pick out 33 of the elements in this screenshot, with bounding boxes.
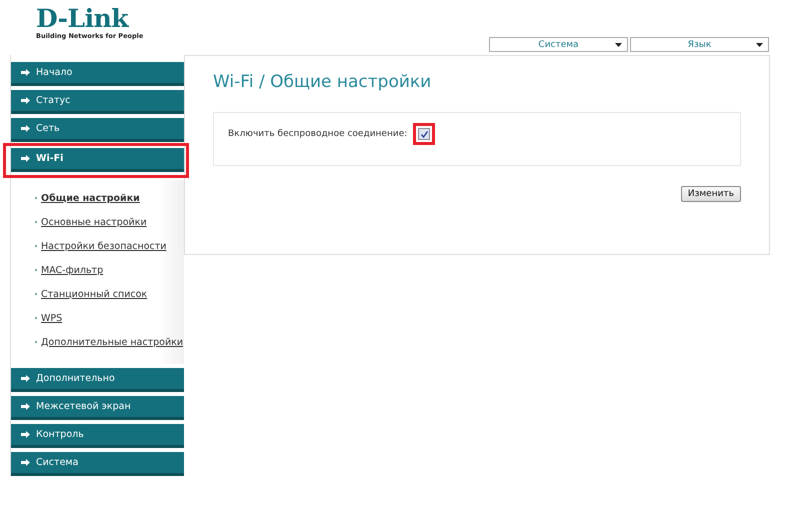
submenu-link[interactable]: Общие настройки [41,192,140,204]
arrow-icon [21,403,30,410]
field-label: Включить беспроводное соединение: [228,129,408,139]
submenu-link[interactable]: Станционный список [41,288,148,300]
arrow-icon [21,125,30,132]
caret-icon [756,43,763,47]
dropdown[interactable]: Язык [630,37,769,52]
arrow-icon [21,69,30,76]
nav-item[interactable]: Сеть [11,118,184,142]
submenu-link[interactable]: Дополнительные настройки [41,336,184,348]
nav-item[interactable]: Система [11,452,184,476]
check-icon [420,130,429,138]
arrow-icon [21,375,30,382]
nav-item[interactable]: Межсетевой экран [11,396,184,420]
nav-item[interactable]: Контроль [11,424,184,448]
logo-wordmark: D-Link [36,6,130,32]
dropdown[interactable]: Система [489,37,628,52]
submenu-link[interactable]: MAC-фильтр [41,264,104,276]
checkbox[interactable] [418,128,430,140]
submenu-link[interactable]: Основные настройки [41,216,147,228]
submenu-link[interactable]: Настройки безопасности [41,240,166,252]
nav-item[interactable]: Статус [11,90,184,114]
apply-button[interactable]: Изменить [680,186,741,202]
arrow-icon [21,431,30,438]
nav-item[interactable]: Wi-Fi [11,148,184,172]
arrow-icon [21,155,30,162]
nav-item[interactable]: Начало [11,62,184,86]
caret-icon [615,43,622,47]
nav-item[interactable]: Дополнительно [11,368,184,392]
page-title: Wi-Fi / Общие настройки [213,72,432,92]
submenu-link[interactable]: WPS [41,312,62,324]
arrow-icon [21,97,30,104]
arrow-icon [21,459,30,466]
